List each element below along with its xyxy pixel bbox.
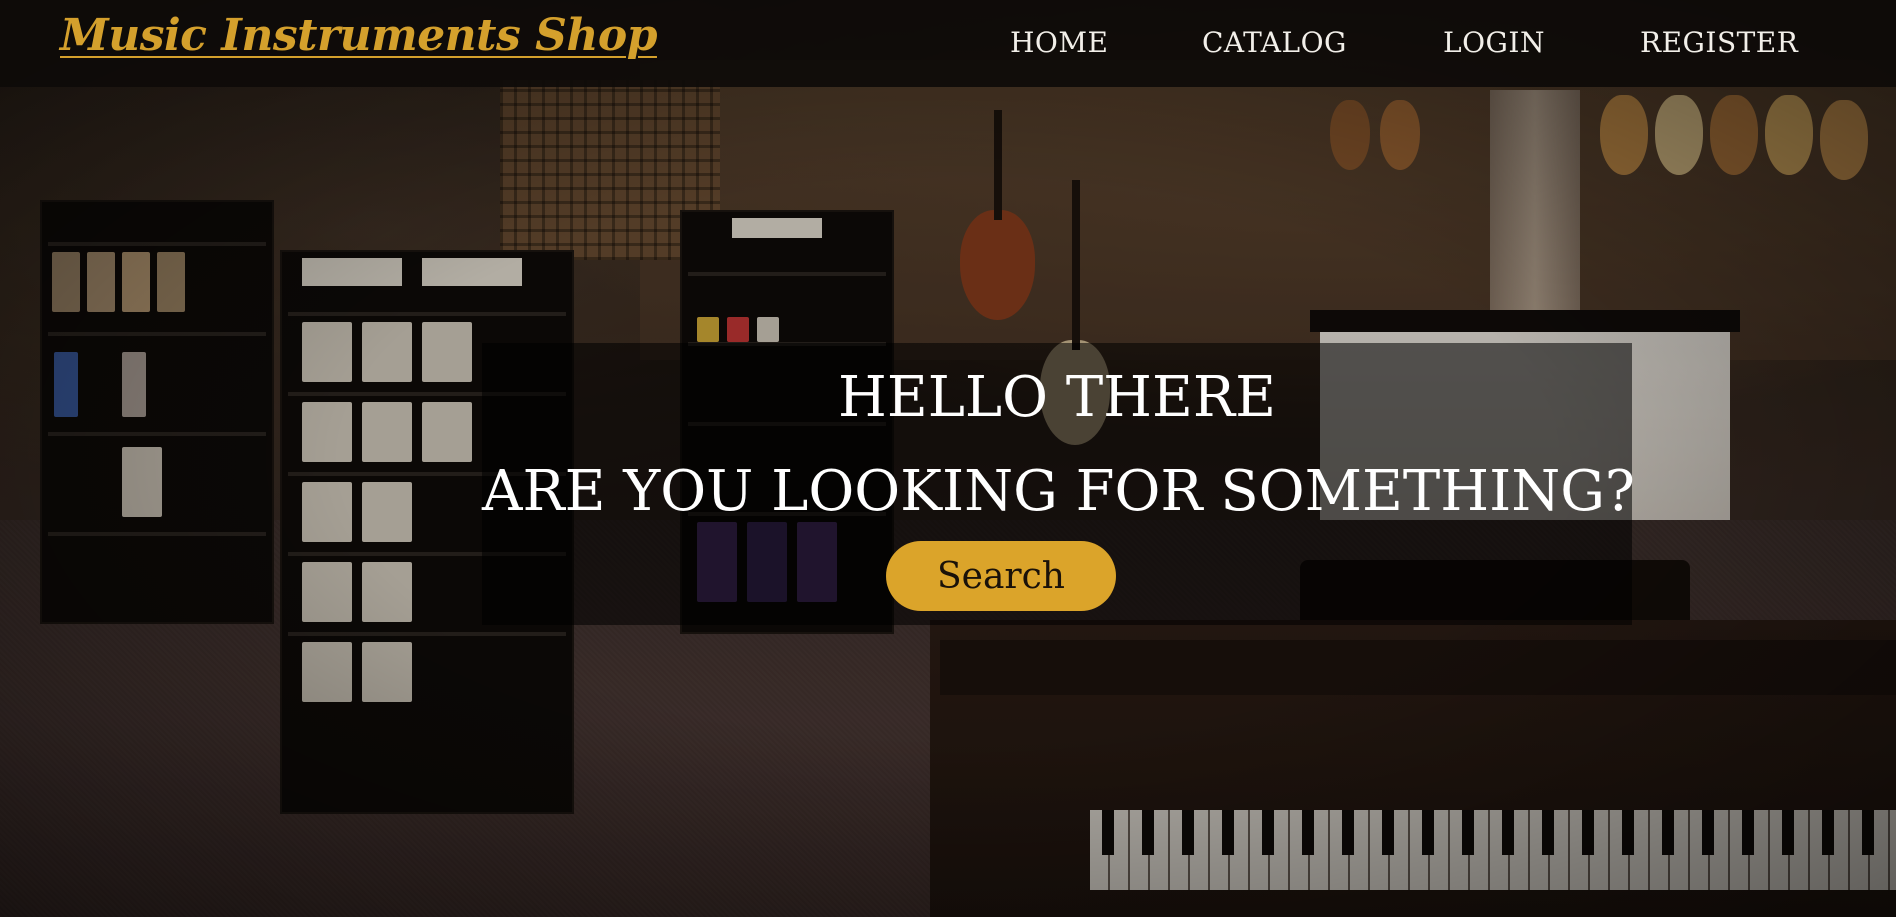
hero-subtitle: ARE YOU LOOKING FOR SOMETHING? <box>482 459 1635 524</box>
navbar: Music Instruments Shop HOME CATALOG LOGI… <box>0 0 1896 87</box>
page: Music Instruments Shop HOME CATALOG LOGI… <box>0 0 1896 917</box>
hero-title: HELLO THERE <box>838 365 1276 430</box>
hero-panel: HELLO THERE ARE YOU LOOKING FOR SOMETHIN… <box>482 343 1635 625</box>
search-button[interactable]: Search <box>886 541 1116 611</box>
nav-link-home[interactable]: HOME <box>1010 26 1108 59</box>
nav-link-register[interactable]: REGISTER <box>1640 26 1798 59</box>
nav-link-catalog[interactable]: CATALOG <box>1202 26 1347 59</box>
nav-link-login[interactable]: LOGIN <box>1443 26 1545 59</box>
brand-logo-link[interactable]: Music Instruments Shop <box>60 10 657 61</box>
